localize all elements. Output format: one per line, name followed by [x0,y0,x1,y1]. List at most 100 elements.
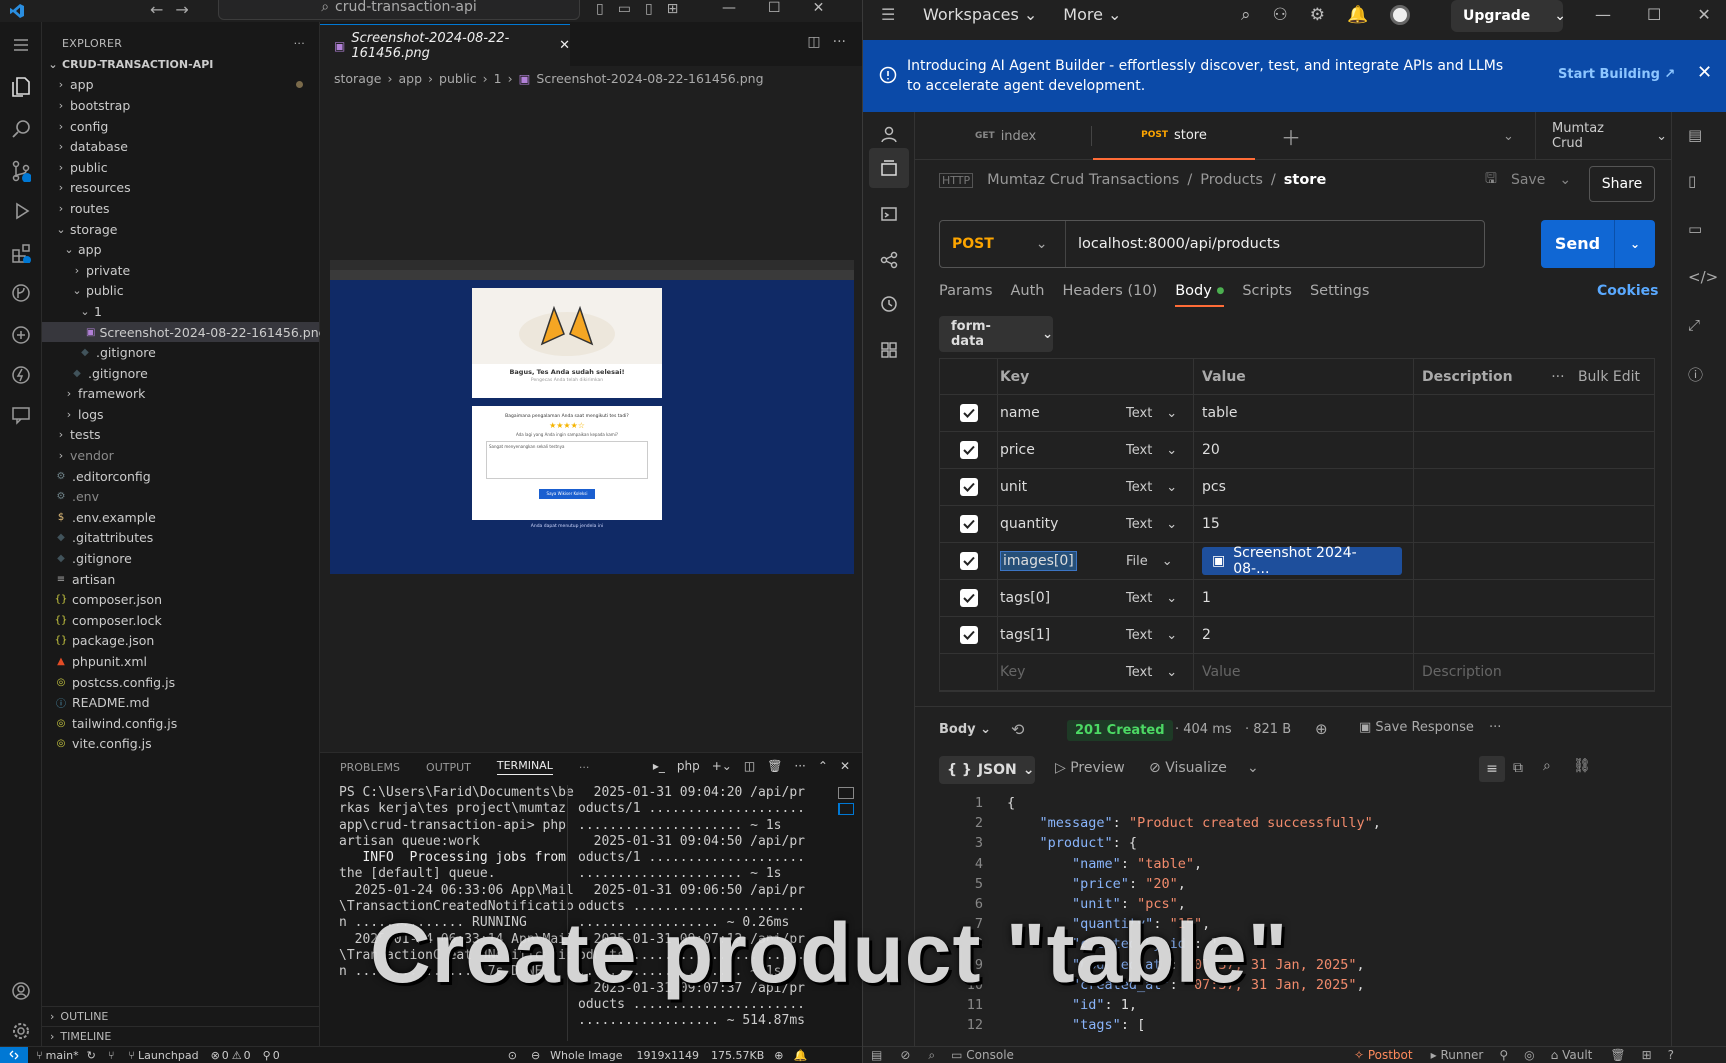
globe-icon[interactable]: ⊕ [1315,720,1328,738]
row-checkbox[interactable] [959,478,978,496]
close-icon[interactable]: ✕ [1697,5,1710,24]
tree-file[interactable]: ⚙ .editorconfig [42,466,319,487]
new-terminal-icon[interactable]: +⌄ [712,759,732,773]
toggle-sidebar-icon[interactable]: ▤ [871,1048,882,1062]
toggle-secondary-icon[interactable]: ▯ [645,1,653,17]
copy-icon[interactable]: ⧉ [1513,760,1523,776]
row-type-select[interactable]: Text ⌄ [1126,432,1194,468]
tree-folder[interactable]: ⌄ 1 [42,301,319,322]
hamburger-menu-icon[interactable]: ☰ [881,5,895,24]
tree-file[interactable]: ▣ Screenshot-2024-08-22-161456.png [42,321,327,343]
tree-folder[interactable]: › database [42,136,319,157]
row-checkbox[interactable] [959,552,978,570]
overview-icon[interactable]: ▤ [1688,126,1702,144]
extensions-icon[interactable] [8,240,34,266]
breadcrumb-collection[interactable]: Mumtaz Crud Transactions [987,172,1179,188]
search-activity-icon[interactable] [8,116,34,142]
bulk-edit[interactable]: ··· Bulk Edit [1551,369,1640,385]
more-actions-icon[interactable]: ··· [833,34,846,50]
send-dropdown-icon[interactable]: ⌄ [1615,237,1655,251]
cookies-link[interactable]: Cookies [1597,283,1658,299]
remote-indicator-icon[interactable] [0,1046,28,1063]
timeline-section[interactable]: › TIMELINE [42,1026,320,1046]
image-mode[interactable]: Whole Image [550,1049,622,1062]
row-value[interactable]: 20 [1202,442,1220,458]
row-description[interactable] [1414,395,1654,431]
ports-count[interactable]: 0 [273,1049,280,1062]
remote-explorer-icon[interactable] [8,322,34,348]
tree-folder[interactable]: ⌄ app [42,239,319,260]
environments-icon[interactable] [877,202,901,226]
tree-file[interactable]: ◆ .gitattributes [42,528,319,549]
new-key-input[interactable]: Key [998,654,1126,690]
git-graph-icon[interactable] [8,280,34,306]
minimize-icon[interactable]: — [722,0,736,16]
tree-file[interactable]: ◆ .gitignore [42,342,319,363]
tree-file[interactable]: ⚙ .env [42,486,319,507]
tab-terminal[interactable]: TERMINAL [496,759,553,775]
source-control-icon[interactable] [8,158,34,184]
breadcrumb-request[interactable]: store [1284,172,1327,188]
sync-icon[interactable]: ↻ [87,1049,96,1062]
tab-params[interactable]: Params [939,283,993,307]
row-type-select[interactable]: Text ⌄ [1126,617,1194,653]
tree-folder[interactable]: › tests [42,425,319,446]
tree-folder[interactable]: › app [42,75,319,96]
cookies-icon[interactable]: ◎ [1524,1048,1534,1062]
save-button[interactable]: 🖫 Save ⌄ [1485,168,1571,192]
tree-folder[interactable]: ⌄ storage [42,219,319,240]
related-icon[interactable]: ⤢ [1688,316,1700,334]
manage-gear-icon[interactable] [8,1018,34,1044]
tab-headers[interactable]: Headers (10) [1063,283,1158,307]
history-icon[interactable] [877,292,901,316]
collections-user-icon[interactable] [877,122,901,146]
row-value[interactable]: 1 [1202,590,1211,606]
chevron-down-icon[interactable]: ⌄ [1559,172,1571,188]
invite-user-icon[interactable]: ⚇ [1273,5,1288,25]
tree-file[interactable]: ◎ tailwind.config.js [42,713,319,734]
method-selector[interactable]: POST ⌄ [940,221,1066,267]
apps-icon[interactable] [877,338,901,362]
toggle-panel-icon[interactable]: ▭ [618,1,631,17]
tree-file[interactable]: $ .env.example [42,507,319,528]
run-debug-icon[interactable] [8,198,34,224]
row-value[interactable]: 2 [1202,627,1211,643]
row-description[interactable] [1414,580,1654,616]
preview-button[interactable]: ▷ Preview [1055,760,1125,776]
send-button[interactable]: Send ⌄ [1541,220,1655,268]
breadcrumb-folder[interactable]: Products [1200,172,1263,188]
url-input[interactable]: localhost:8000/api/products [1066,236,1280,252]
visualize-button[interactable]: ⊘ Visualize [1149,760,1227,776]
tree-folder[interactable]: › resources [42,178,319,199]
row-value[interactable]: 15 [1202,516,1220,532]
row-type-select[interactable]: Text ⌄ [1126,580,1194,616]
row-key[interactable]: tags[1] [1000,627,1050,643]
search-icon[interactable]: ⌕ [1241,5,1251,25]
row-description[interactable] [1414,506,1654,542]
tree-folder[interactable]: › bootstrap [42,95,319,116]
split-editor-icon[interactable]: ◫ [807,34,820,50]
forward-arrow-icon[interactable]: → [175,0,188,19]
find-icon[interactable]: ⌕ [928,1048,935,1063]
tree-file[interactable]: ◆ .gitignore [42,363,319,384]
thunder-icon[interactable] [8,362,34,388]
toggle-sidebar-icon[interactable]: ▯ [596,1,604,17]
project-root[interactable]: ⌄ CRUD-TRANSACTION-API [42,54,319,75]
editor-tab[interactable]: ▣ Screenshot-2024-08-22-161456.png ✕ [320,24,570,66]
minimize-icon[interactable]: — [1595,5,1611,24]
terminal-list[interactable] [834,783,856,823]
tree-file[interactable]: ◎ postcss.config.js [42,672,319,693]
request-tab-post[interactable]: POST store [1093,112,1255,160]
link-icon[interactable]: ⛓ [1573,758,1591,774]
row-key[interactable]: name [1000,405,1040,421]
row-description[interactable] [1414,469,1654,505]
command-center[interactable]: ⌕ crud-transaction-api [218,0,580,20]
tree-file[interactable]: {} composer.json [42,589,319,610]
trash-icon[interactable]: 🗑 [1610,1048,1625,1062]
tree-folder[interactable]: › config [42,116,319,137]
notifications-icon[interactable]: 🔔 [794,1049,808,1062]
console-button[interactable]: ▭ Console [951,1048,1014,1062]
terminal-shell-icon[interactable]: ▸_ [653,759,665,773]
breadcrumb-item[interactable]: app [399,71,423,86]
warning-count[interactable]: 0 [244,1049,251,1062]
